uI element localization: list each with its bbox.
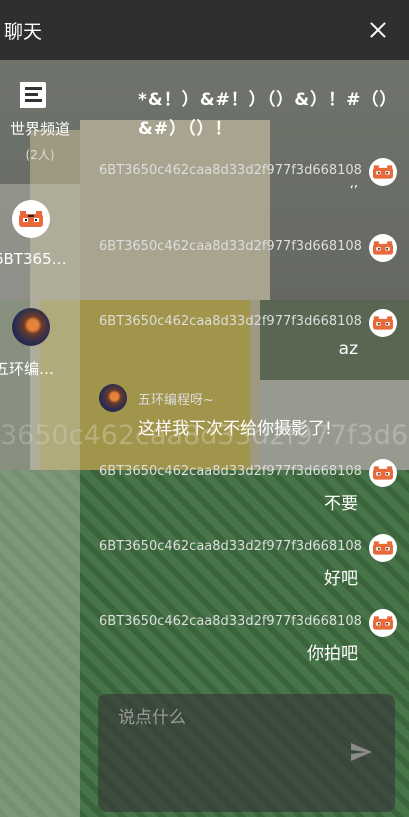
close-icon[interactable]	[361, 13, 395, 47]
sender-name: 6BT3650c462caa8d33d2f977f3d6681082	[99, 464, 361, 479]
channel-sidebar: 世界频道 (2人) 6BT365… 五环编…	[0, 60, 80, 817]
world-channel-label: 世界频道	[9, 120, 70, 138]
page-title: 聊天	[4, 20, 43, 43]
send-icon[interactable]	[349, 740, 373, 764]
world-channel-tab[interactable]: 世界频道 (2人)	[0, 60, 80, 180]
avatar[interactable]	[369, 234, 397, 262]
tiger-avatar-icon	[373, 541, 393, 555]
message-input[interactable]	[116, 704, 320, 732]
sender-name: 6BT3650c462caa8d33d2f977f3d6681082	[99, 314, 361, 329]
message-text: ‘’	[349, 184, 358, 199]
avatar[interactable]	[369, 459, 397, 487]
tiger-avatar-icon	[373, 241, 393, 255]
contact-list: 6BT365… 五环编…	[0, 184, 80, 817]
tiger-avatar-icon	[373, 616, 393, 630]
contact-name: 6BT365…	[0, 250, 67, 268]
chat-header: 聊天	[0, 0, 409, 60]
message-text: *&！）&#！）（）&）！#（）&#）（）！	[138, 90, 398, 139]
sender-name: 6BT3650c462caa8d33d2f977f3d6681082	[99, 614, 361, 629]
avatar	[12, 200, 50, 238]
avatar	[12, 308, 50, 346]
contact-name: 五环编…	[0, 360, 55, 378]
tiger-avatar-icon	[373, 466, 393, 480]
avatar[interactable]	[99, 384, 127, 412]
sender-name: 五环编程呀~	[138, 393, 214, 408]
contact-item[interactable]: 6BT365…	[0, 184, 80, 274]
message-list: *&！）&#！）（）&）！#（）&#）（）！ 6BT3650c462caa8d3…	[80, 60, 409, 695]
avatar[interactable]	[369, 534, 397, 562]
message-text: 好吧	[324, 569, 358, 589]
message-text: 这样我下次不给你摄影了!	[138, 419, 332, 439]
tiger-avatar-icon	[373, 165, 393, 179]
message-text: 你拍吧	[307, 644, 358, 664]
tiger-avatar-icon	[373, 316, 393, 330]
sender-name: 6BT3650c462caa8d33d2f977f3d6681082	[99, 539, 361, 554]
online-count: (2人)	[25, 148, 55, 162]
message-text: az	[338, 339, 358, 359]
message-text: 不要	[324, 494, 358, 514]
tiger-avatar-icon	[19, 211, 43, 227]
avatar[interactable]	[369, 609, 397, 637]
message-composer	[98, 694, 395, 812]
avatar[interactable]	[369, 158, 397, 186]
sender-name: 6BT3650c462caa8d33d2f977f3d6681082	[99, 239, 361, 254]
sender-name: 6BT3650c462caa8d33d2f977f3d6681082	[99, 163, 361, 178]
contact-item[interactable]: 五环编…	[0, 292, 80, 382]
world-channel-icon	[20, 82, 46, 108]
avatar[interactable]	[369, 309, 397, 337]
